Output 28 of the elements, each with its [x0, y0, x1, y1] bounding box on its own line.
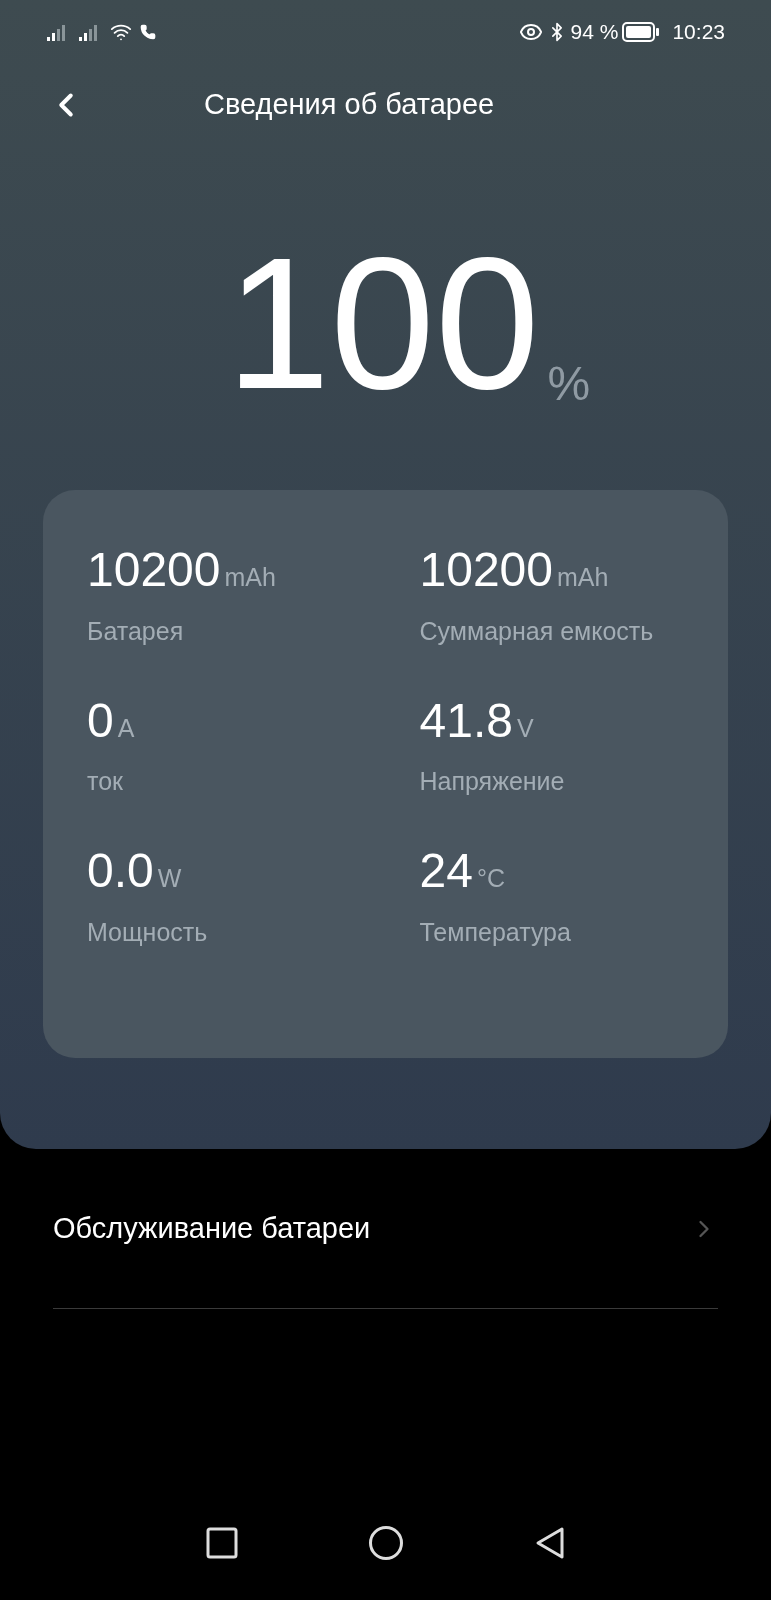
- stat-label: Батарея: [87, 615, 185, 647]
- stat-unit: W: [157, 863, 182, 895]
- page-title: Сведения об батарее: [204, 87, 495, 123]
- stat-unit: mAh: [224, 562, 276, 593]
- stat-value: 10200: [87, 546, 221, 594]
- stat-value: 0.0: [87, 847, 154, 896]
- menu-item[interactable]: Обслуживание батареи: [53, 1149, 718, 1309]
- stat-label: Напряжение: [419, 766, 566, 798]
- stat-unit: mAh: [557, 562, 609, 593]
- stat-value: 24: [419, 847, 473, 896]
- stat-value: 10200: [419, 546, 553, 594]
- stat-label: Мощность: [87, 916, 209, 948]
- percent-unit: %: [547, 356, 591, 412]
- phone-icon: [140, 24, 156, 40]
- charge-percent: 100: [225, 229, 540, 417]
- battery-icon: [622, 22, 661, 42]
- stat-label: Суммарная емкость: [419, 615, 655, 647]
- stat-label: Температура: [419, 916, 572, 948]
- stat-value: 41.8: [419, 696, 513, 745]
- stat-label: ток: [87, 766, 124, 798]
- stat-unit: °C: [476, 863, 505, 895]
- clock: 10:23: [672, 19, 725, 46]
- stat-unit: A: [117, 712, 135, 744]
- home-icon[interactable]: [367, 1525, 404, 1561]
- stat-unit: V: [516, 712, 534, 744]
- stat-value: 0: [87, 696, 114, 745]
- battery-percent: 94 %: [570, 19, 619, 46]
- recent-apps-icon[interactable]: [205, 1527, 238, 1559]
